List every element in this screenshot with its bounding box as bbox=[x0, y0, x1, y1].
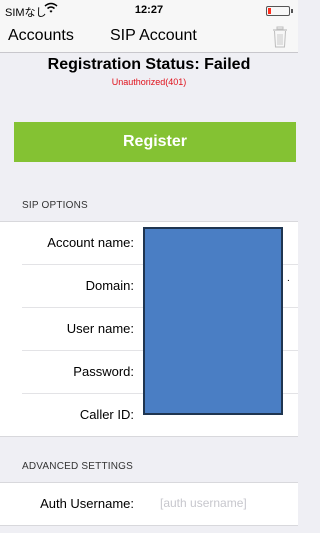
battery-icon bbox=[266, 6, 293, 16]
caller-id-label: Caller ID: bbox=[79, 407, 134, 422]
page-title: SIP Account bbox=[110, 27, 197, 44]
register-button[interactable]: Register bbox=[14, 122, 296, 162]
advanced-settings-header: ADVANCED SETTINGS bbox=[22, 461, 134, 472]
password-label: Password: bbox=[73, 364, 134, 379]
redaction-box bbox=[143, 227, 283, 415]
navigation-bar: Accounts SIP Account bbox=[0, 22, 298, 53]
registration-panel: Registration Status: Failed Unauthorized… bbox=[0, 53, 298, 168]
battery-level-fill bbox=[268, 8, 271, 14]
status-bar: SIMなし 12:27 bbox=[0, 0, 298, 22]
auth-username-label: Auth Username: bbox=[40, 496, 134, 511]
user-name-label: User name: bbox=[66, 321, 134, 336]
auth-username-input[interactable]: [auth username] bbox=[160, 496, 247, 510]
clock: 12:27 bbox=[134, 4, 164, 16]
registration-status: Registration Status: Failed bbox=[47, 56, 251, 73]
account-name-label: Account name: bbox=[47, 235, 134, 250]
advanced-settings-table: Auth Username: [auth username] bbox=[0, 482, 298, 526]
registration-error: Unauthorized(401) bbox=[111, 77, 187, 87]
sip-options-header: SIP OPTIONS bbox=[22, 200, 88, 211]
trash-icon[interactable] bbox=[272, 26, 288, 48]
domain-label: Domain: bbox=[85, 278, 134, 293]
back-button-accounts[interactable]: Accounts bbox=[8, 27, 74, 45]
auth-username-row[interactable]: Auth Username: [auth username] bbox=[22, 483, 298, 525]
